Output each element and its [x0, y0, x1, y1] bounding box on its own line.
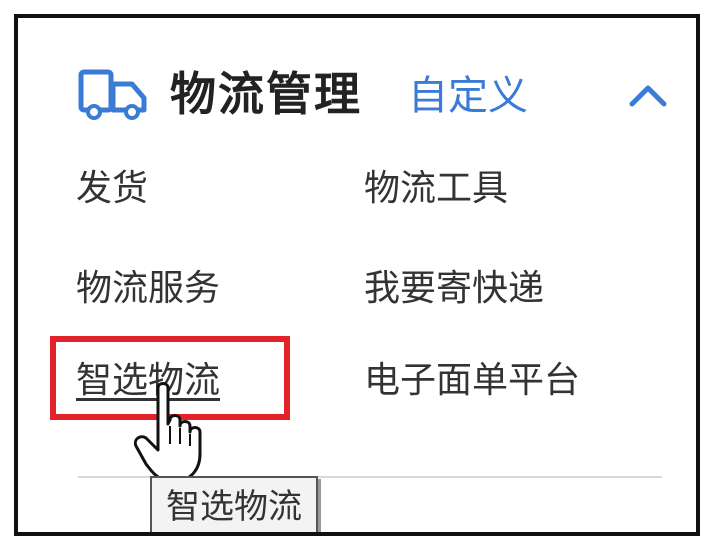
section-title: 物流管理 — [170, 67, 362, 121]
menu-item-send-express[interactable]: 我要寄快递 — [364, 264, 544, 314]
menu-item-ship[interactable]: 发货 — [76, 164, 148, 214]
menu-item-logistics-tools[interactable]: 物流工具 — [364, 164, 508, 214]
truck-icon — [78, 69, 147, 120]
tooltip: 智选物流 — [150, 476, 318, 532]
hand-cursor-icon — [134, 382, 202, 482]
logistics-header: 物流管理 自定义 — [78, 62, 678, 126]
menu-item-e-waybill-platform[interactable]: 电子面单平台 — [364, 356, 580, 406]
logistics-menu-panel: 物流管理 自定义 发货 物流工具 物流服务 我要寄快递 智选物流 电子面单平台 … — [14, 14, 700, 536]
customize-link[interactable]: 自定义 — [408, 64, 528, 128]
chevron-up-icon[interactable] — [626, 82, 670, 110]
menu-item-logistics-service[interactable]: 物流服务 — [76, 264, 220, 314]
